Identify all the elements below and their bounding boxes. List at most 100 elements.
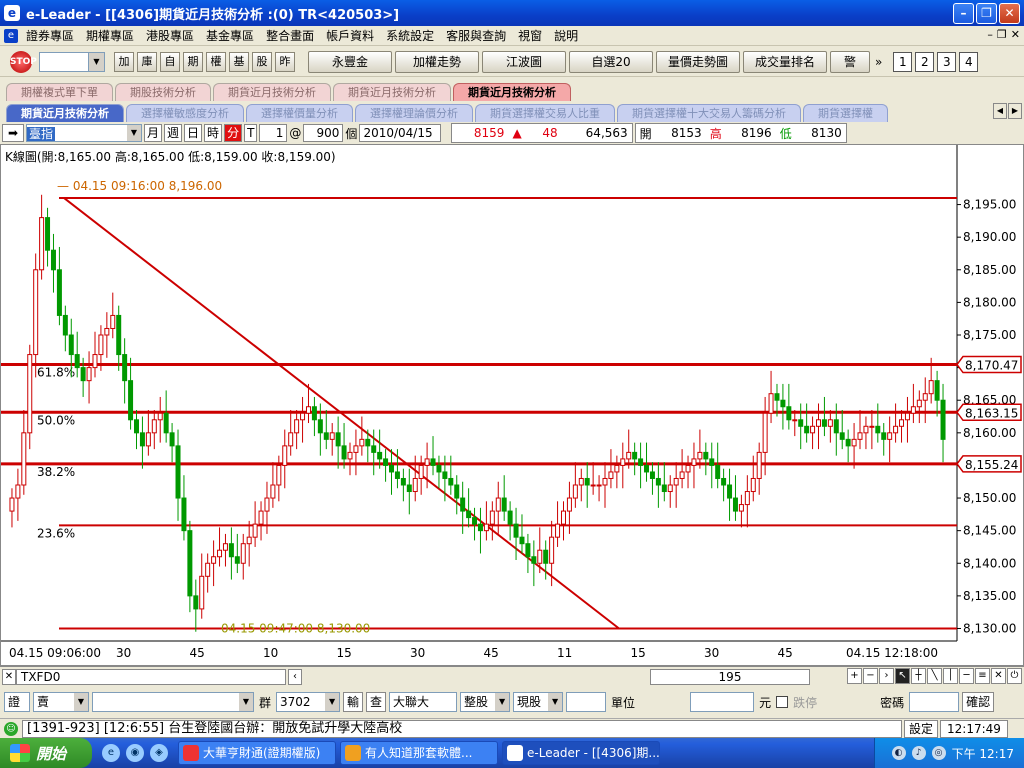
mdi-close-icon[interactable]: ✕ xyxy=(1011,28,1020,41)
menu-item[interactable]: 證券專區 xyxy=(20,27,80,44)
tray-icon[interactable]: ♪ xyxy=(911,746,926,760)
scroll-thumb[interactable]: 195 xyxy=(650,669,810,685)
period-tick-button[interactable]: T xyxy=(244,124,258,142)
trendline-tool-icon[interactable]: ╲ xyxy=(927,668,942,684)
vertical-line-tool-icon[interactable]: │ xyxy=(943,668,958,684)
toolbar-combo[interactable]: ▼ xyxy=(39,51,105,72)
menu-app-icon[interactable]: e xyxy=(4,28,18,43)
toolbar-square-button[interactable]: 昨 xyxy=(275,51,295,72)
period-day-button[interactable]: 日 xyxy=(184,124,203,142)
toolbar-square-button[interactable]: 股 xyxy=(252,51,272,72)
menu-item[interactable]: 系統設定 xyxy=(380,27,440,44)
type-select[interactable]: 現股 ▼ xyxy=(513,692,564,712)
menu-item[interactable]: 港股專區 xyxy=(140,27,200,44)
lot-select[interactable]: 整股 ▼ xyxy=(460,692,511,712)
toolbar-button[interactable]: 江波圖 xyxy=(482,50,566,73)
quicklaunch-icon[interactable]: e xyxy=(102,744,120,762)
toolbar-button[interactable]: 自選20 xyxy=(569,50,653,73)
settings-button[interactable]: 設定 xyxy=(904,719,939,738)
query-button[interactable]: 查 xyxy=(366,692,387,712)
toolbar-square-button[interactable]: 期 xyxy=(183,51,203,72)
zoom-out-icon[interactable]: − xyxy=(863,668,878,684)
chevron-down-icon[interactable]: ▼ xyxy=(325,693,340,711)
layout-number-button[interactable]: 1 xyxy=(893,51,913,72)
menu-item[interactable]: 視窗 xyxy=(512,27,548,44)
account-select[interactable]: ▼ xyxy=(92,692,254,712)
delete-tool-icon[interactable]: ✕ xyxy=(991,668,1006,684)
chevron-down-icon[interactable]: ▼ xyxy=(239,693,253,711)
price-input[interactable] xyxy=(690,692,755,712)
toolbar-square-button[interactable]: 自 xyxy=(160,51,180,72)
menu-item[interactable]: 客服與查詢 xyxy=(440,27,512,44)
tab-function[interactable]: 期股技術分析 xyxy=(115,83,211,102)
zoom-in-icon[interactable]: + xyxy=(847,668,862,684)
toolbar-button[interactable]: 永豐金 xyxy=(308,50,392,73)
tab-function[interactable]: 期貨近月技術分析 xyxy=(213,83,331,102)
limit-down-checkbox[interactable] xyxy=(776,696,789,708)
tab-analysis[interactable]: 選擇權理論價分析 xyxy=(355,104,473,123)
stop-icon[interactable]: STOP xyxy=(10,50,37,73)
scroll-left-icon[interactable]: ◀ xyxy=(993,103,1007,119)
crosshair-tool-icon[interactable]: ┼ xyxy=(911,668,926,684)
close-icon[interactable]: ✕ xyxy=(2,668,16,685)
menu-item[interactable]: 整合畫面 xyxy=(260,27,320,44)
quicklaunch-icon[interactable]: ◈ xyxy=(150,744,168,762)
toolbar-square-button[interactable]: 庫 xyxy=(137,51,157,72)
restore-button[interactable]: ❐ xyxy=(976,3,997,24)
date-select[interactable]: 2010/04/15 xyxy=(359,124,442,142)
confirm-button[interactable]: 確認 xyxy=(962,692,995,712)
chevron-down-icon[interactable]: ▼ xyxy=(88,52,104,71)
market-select[interactable]: 證 xyxy=(4,692,30,712)
kline-chart[interactable]: K線圖(開:8,165.00 高:8,165.00 低:8,159.00 收:8… xyxy=(0,144,1024,666)
interval-input[interactable]: 1 xyxy=(259,124,288,142)
pointer-tool-icon[interactable]: ↖ xyxy=(895,668,910,684)
count-input[interactable]: 900 xyxy=(303,124,344,142)
menu-item[interactable]: 基金專區 xyxy=(200,27,260,44)
tab-analysis[interactable]: 選擇權價量分析 xyxy=(246,104,353,123)
menu-item[interactable]: 期權專區 xyxy=(80,27,140,44)
toolbar-square-button[interactable]: 基 xyxy=(229,51,249,72)
mdi-restore-icon[interactable]: ❐ xyxy=(997,28,1007,41)
scroll-right-icon[interactable]: ▶ xyxy=(1008,103,1022,119)
chevron-down-icon[interactable]: ▼ xyxy=(74,693,88,711)
menu-item[interactable]: 說明 xyxy=(548,27,584,44)
minimize-button[interactable]: – xyxy=(953,3,974,24)
taskbar-item[interactable]: 有人知道那套軟體... xyxy=(340,741,498,765)
layout-number-button[interactable]: 2 xyxy=(915,51,935,72)
chevron-down-icon[interactable]: ▼ xyxy=(548,693,563,711)
tray-icon[interactable]: ◐ xyxy=(891,746,906,760)
symbol-select[interactable]: 臺指 ▼ xyxy=(26,124,142,142)
toolbar-button[interactable]: 加權走勢 xyxy=(395,50,479,73)
stock-name-field[interactable]: 大聯大 xyxy=(389,692,458,712)
mdi-minimize-icon[interactable]: – xyxy=(987,28,993,41)
horizontal-line-tool-icon[interactable]: ─ xyxy=(959,668,974,684)
menu-item[interactable]: 帳戶資料 xyxy=(320,27,380,44)
news-ticker[interactable]: [1391-923] [12:6:55] 台生登陸國台辦：開放免試升學大陸高校 xyxy=(22,719,902,738)
period-week-button[interactable]: 週 xyxy=(164,124,183,142)
quicklaunch-icon[interactable]: ◉ xyxy=(126,744,144,762)
close-button[interactable]: ✕ xyxy=(999,3,1020,24)
toolbar-button[interactable]: 警 xyxy=(830,50,870,73)
exit-tool-icon[interactable]: ⏻ xyxy=(1007,668,1022,684)
tab-analysis-active[interactable]: 期貨近月技術分析 xyxy=(6,104,124,123)
tab-function[interactable]: 期權複式單下單 xyxy=(6,83,113,102)
tab-analysis[interactable]: 期貨選擇權十大交易人籌碼分析 xyxy=(617,104,801,123)
group-select[interactable]: 3702 ▼ xyxy=(276,692,341,712)
period-month-button[interactable]: 月 xyxy=(144,124,163,142)
taskbar-item[interactable]: 大華亨財通(證期權版) xyxy=(178,741,336,765)
tray-icon[interactable]: ◎ xyxy=(931,746,946,760)
chevron-down-icon[interactable]: ▼ xyxy=(495,693,510,711)
tab-analysis[interactable]: 期貨選擇權 xyxy=(803,104,888,123)
scroll-right-icon[interactable]: › xyxy=(879,668,894,684)
overflow-icon[interactable]: » xyxy=(875,55,882,69)
news-icon[interactable]: ☺ xyxy=(4,721,18,736)
toolbar-square-button[interactable]: 權 xyxy=(206,51,226,72)
chart-canvas[interactable]: 8,195.00 8,190.00 8,185.00 8,180.00 8,175.00… xyxy=(1,145,1023,665)
tab-function-active[interactable]: 期貨近月技術分析 xyxy=(453,83,571,102)
period-hour-button[interactable]: 時 xyxy=(204,124,223,142)
arrow-right-icon[interactable]: ➡ xyxy=(2,124,24,142)
tab-analysis[interactable]: 選擇權敏感度分析 xyxy=(126,104,244,123)
side-select[interactable]: 賣 ▼ xyxy=(33,692,89,712)
tab-function[interactable]: 期貨近月技術分析 xyxy=(333,83,451,102)
password-input[interactable] xyxy=(909,692,960,712)
